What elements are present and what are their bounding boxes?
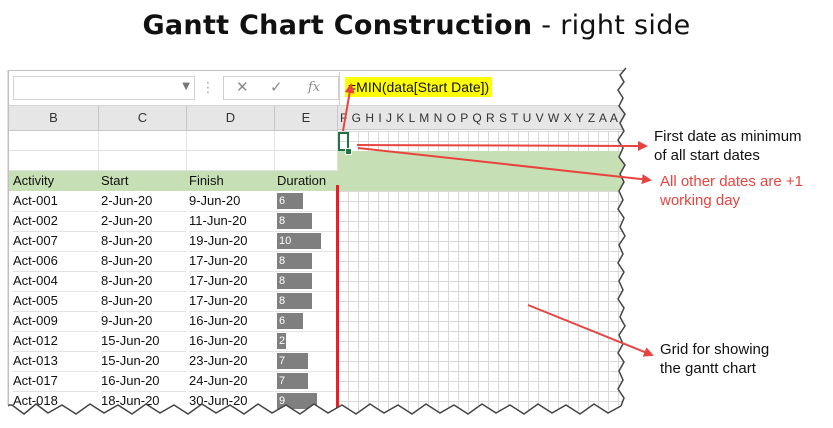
grid-arrow — [527, 304, 654, 357]
other-dates-annotation: All other dates are +1 working day — [660, 172, 803, 210]
annotation-line: working day — [660, 192, 741, 209]
first-date-arrow — [356, 140, 648, 151]
annotation-line: of all start dates — [654, 147, 760, 164]
annotation-line: All other dates are +1 — [660, 173, 804, 190]
first-date-annotation: First date as minimum of all start dates — [654, 127, 802, 165]
formula-arrow — [342, 83, 355, 132]
grid-annotation: Grid for showing the gantt chart — [660, 340, 769, 378]
other-dates-arrow — [357, 147, 652, 185]
annotation-line: Grid for showing — [660, 341, 770, 358]
annotation-line: the gantt chart — [660, 360, 756, 377]
annotation-line: First date as minimum — [654, 128, 802, 145]
